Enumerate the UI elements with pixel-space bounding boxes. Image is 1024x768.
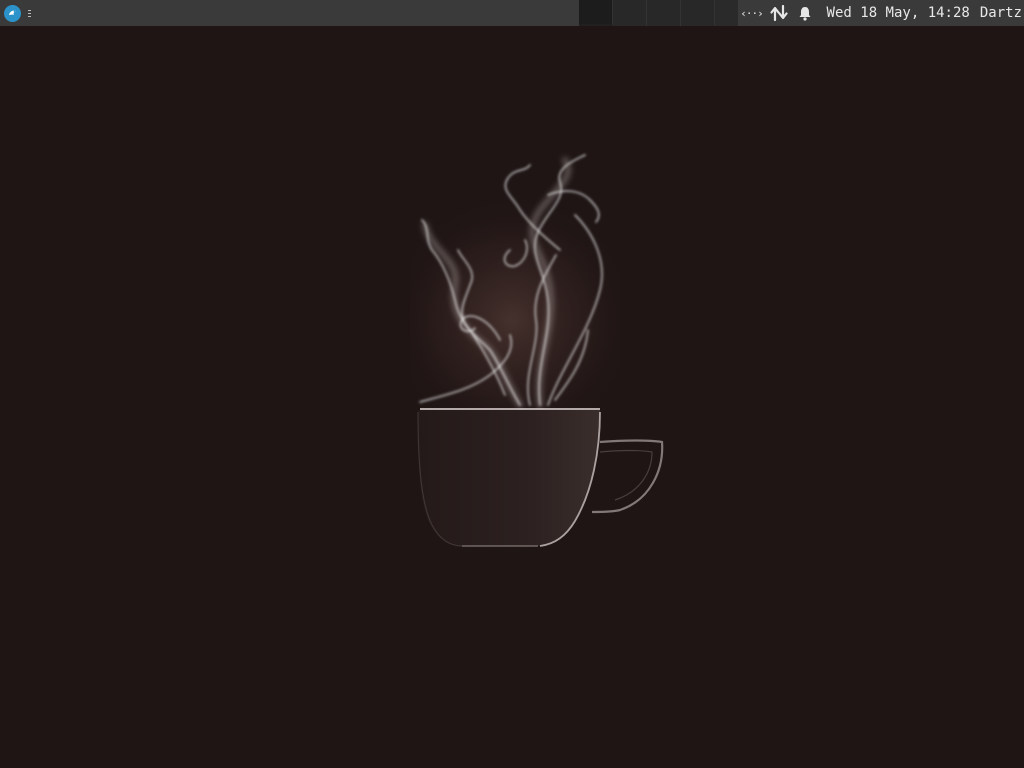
workspace-4[interactable]	[681, 0, 715, 26]
network-arrows-icon[interactable]	[765, 0, 793, 26]
distro-logo-icon	[6, 7, 19, 19]
system-tray: ‹··› Wed 18 May, 14:28 Dartz	[738, 0, 1024, 26]
panel-spacer	[715, 0, 738, 26]
panel-left-section	[0, 0, 579, 26]
top-panel: ‹··› Wed 18 May, 14:28 Dartz	[0, 0, 1024, 26]
code-icon[interactable]: ‹··›	[739, 0, 765, 26]
cup	[417, 408, 664, 547]
bell-icon[interactable]	[793, 0, 817, 26]
steam-glow	[410, 150, 620, 410]
code-icon-glyph: ‹··›	[740, 6, 763, 20]
workspace-1[interactable]	[579, 0, 613, 26]
panel-drag-handle[interactable]	[26, 9, 33, 17]
clock[interactable]: Wed 18 May, 14:28	[827, 5, 970, 21]
coffee-cup-wallpaper	[410, 150, 664, 547]
workspace-2[interactable]	[613, 0, 647, 26]
user-menu[interactable]: Dartz	[980, 5, 1022, 21]
workspace-switcher	[579, 0, 715, 26]
workspace-3[interactable]	[647, 0, 681, 26]
desktop[interactable]: ‹··› Wed 18 May, 14:28 Dartz	[0, 0, 1024, 768]
app-launcher-button[interactable]	[4, 4, 21, 22]
